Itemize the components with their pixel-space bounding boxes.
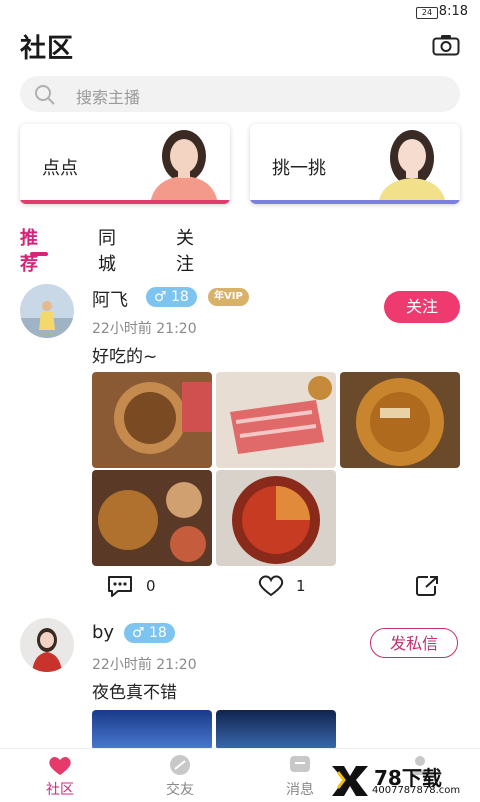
watermark-site: 4007787878.com <box>372 785 461 796</box>
friends-icon <box>170 755 190 775</box>
nav-label: 交友 <box>166 782 194 798</box>
username[interactable]: 阿飞 <box>92 286 128 312</box>
post-photo[interactable] <box>216 710 336 750</box>
comment-icon[interactable] <box>106 574 134 598</box>
card-accent-bar <box>20 200 230 204</box>
post-photo[interactable] <box>92 470 212 566</box>
post-photo[interactable] <box>216 470 336 566</box>
like-count: 1 <box>296 577 306 595</box>
community-icon <box>49 757 71 775</box>
tab-same-city[interactable]: 同城 <box>98 224 116 276</box>
comment-count: 0 <box>146 577 156 595</box>
share-icon[interactable] <box>414 574 440 598</box>
battery-icon: 24 <box>416 7 438 19</box>
card-diandian[interactable]: 点点 <box>20 124 230 204</box>
status-bar: 24 8:18 <box>0 0 480 24</box>
page-title: 社区 <box>20 34 75 64</box>
vip-badge: 年VIP <box>208 288 249 306</box>
tab-following[interactable]: 关注 <box>176 224 194 276</box>
post-photo[interactable] <box>340 372 460 468</box>
nav-label: 社区 <box>46 782 74 798</box>
username[interactable]: by <box>92 622 114 643</box>
post-photo[interactable] <box>92 372 212 468</box>
tab-indicator <box>30 252 48 256</box>
gender-age-badge: ♂ 18 <box>146 287 197 307</box>
post-photo[interactable] <box>92 710 212 750</box>
search-bar[interactable]: 搜索主播 <box>20 76 460 112</box>
card-tiaoyitiao[interactable]: 挑一挑 <box>250 124 460 204</box>
camera-icon[interactable] <box>432 34 460 56</box>
follow-button[interactable]: 关注 <box>384 291 460 323</box>
message-button[interactable]: 发私信 <box>370 628 458 658</box>
message-icon <box>290 756 310 772</box>
nav-messages[interactable]: 消息 <box>260 749 340 801</box>
status-time: 8:18 <box>438 4 468 19</box>
card-label: 点点 <box>42 158 78 179</box>
nav-friends[interactable]: 交友 <box>140 749 220 801</box>
search-icon <box>34 84 55 105</box>
tab-recommend[interactable]: 推荐 <box>20 224 38 276</box>
post-text: 好吃的~ <box>92 347 158 367</box>
post-text: 夜色真不错 <box>92 683 177 703</box>
girl-portrait-image <box>370 126 452 204</box>
watermark-logo: 78下载 4007787878.com <box>330 762 472 798</box>
nav-label: 消息 <box>286 782 314 798</box>
heart-icon[interactable] <box>256 574 286 598</box>
avatar[interactable] <box>20 618 74 672</box>
card-label: 挑一挑 <box>272 158 326 179</box>
search-input[interactable]: 搜索主播 <box>76 84 140 108</box>
card-accent-bar <box>250 200 460 204</box>
gender-age-badge: ♂ 18 <box>124 623 175 643</box>
girl-portrait-image <box>140 126 222 204</box>
post-time: 22小时前 21:20 <box>92 321 197 337</box>
post-time: 22小时前 21:20 <box>92 657 197 673</box>
avatar[interactable] <box>20 284 74 338</box>
nav-community[interactable]: 社区 <box>20 749 100 801</box>
post-photo[interactable] <box>216 372 336 468</box>
